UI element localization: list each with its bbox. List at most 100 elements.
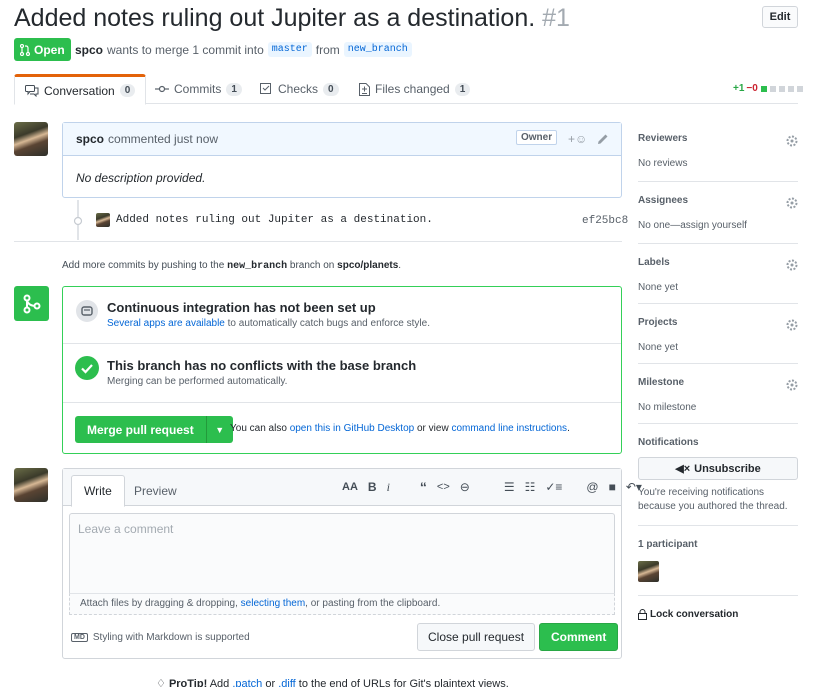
pr-title-text: Added notes ruling out Jupiter as a dest… bbox=[14, 4, 536, 32]
sidebar-divider bbox=[638, 423, 798, 424]
owner-badge: Owner bbox=[516, 130, 558, 145]
italic-icon[interactable]: i bbox=[387, 480, 390, 495]
diff-link[interactable]: .diff bbox=[278, 678, 296, 687]
avatar[interactable] bbox=[14, 468, 48, 502]
diffstat: +1 −0 bbox=[733, 83, 803, 94]
header-text-icon[interactable]: AA bbox=[342, 481, 358, 493]
protip-label: ProTip! bbox=[168, 678, 208, 687]
new-comment-box: Write Preview AA B i “ <> ⊖ ☰ ☷ ✓≡ @ ■ ↶… bbox=[62, 468, 642, 659]
merge-dropdown-button[interactable]: ▼ bbox=[206, 416, 233, 443]
tab-conversation-count: 0 bbox=[119, 84, 136, 97]
mute-icon: ◀× bbox=[675, 463, 691, 475]
sidebar-participants: 1 participant bbox=[638, 539, 798, 550]
lock-icon bbox=[638, 609, 647, 620]
link-icon[interactable]: ⊖ bbox=[460, 480, 470, 494]
gear-icon[interactable] bbox=[786, 259, 798, 271]
sidebar-milestone: Milestone No milestone bbox=[638, 377, 798, 413]
tab-conversation[interactable]: Conversation 0 bbox=[14, 74, 147, 105]
close-pull-request-button[interactable]: Close pull request bbox=[417, 623, 536, 651]
merge-status-icon bbox=[14, 286, 49, 321]
edit-pencil-icon[interactable] bbox=[597, 133, 609, 145]
protip-text2: or bbox=[265, 678, 276, 687]
tab-write[interactable]: Write bbox=[71, 475, 125, 507]
milestone-heading[interactable]: Milestone bbox=[638, 377, 798, 388]
push-hint: Add more commits by pushing to the new_b… bbox=[62, 260, 401, 272]
base-branch[interactable]: master bbox=[267, 42, 312, 57]
protip-text1: Add bbox=[209, 678, 230, 687]
diffstat-block-neutral bbox=[769, 85, 776, 92]
edit-button[interactable]: Edit bbox=[762, 6, 798, 28]
comment-textarea[interactable]: Leave a comment bbox=[69, 513, 615, 593]
markdown-note: MD Styling with Markdown is supported bbox=[71, 632, 250, 643]
sidebar-divider bbox=[638, 525, 798, 526]
file-diff-icon bbox=[359, 82, 370, 96]
sidebar-notifications: Notifications bbox=[638, 437, 798, 448]
task-list-icon[interactable]: ✓≡ bbox=[545, 480, 562, 494]
diffstat-deletions: −0 bbox=[746, 83, 758, 94]
sidebar-divider bbox=[638, 243, 798, 244]
head-branch[interactable]: new_branch bbox=[343, 42, 412, 57]
cli-instructions-link[interactable]: command line instructions bbox=[451, 423, 567, 434]
state-label: Open bbox=[34, 42, 65, 57]
sidebar-labels: Labels None yet bbox=[638, 257, 798, 293]
patch-link[interactable]: .patch bbox=[232, 678, 262, 687]
format-toolbar: AA B i “ <> ⊖ ☰ ☷ ✓≡ @ ■ ↶▾ bbox=[342, 479, 642, 495]
assignees-value[interactable]: No one—assign yourself bbox=[638, 220, 798, 231]
mention-icon[interactable]: @ bbox=[586, 480, 598, 494]
tab-checks[interactable]: Checks 0 bbox=[250, 74, 349, 104]
merge-box: Continuous integration has not been set … bbox=[62, 286, 622, 454]
protip-text3: to the end of URLs for Git's plaintext v… bbox=[298, 678, 509, 687]
notifications-text: You're receiving notifications because y… bbox=[638, 487, 788, 512]
tab-files-changed[interactable]: Files changed 1 bbox=[349, 74, 480, 104]
check-circle-icon bbox=[75, 356, 99, 380]
assignees-heading[interactable]: Assignees bbox=[638, 195, 798, 206]
unsubscribe-button[interactable]: ◀× Unsubscribe bbox=[638, 457, 798, 480]
commit-message[interactable]: Added notes ruling out Jupiter as a dest… bbox=[116, 214, 433, 226]
gear-icon[interactable] bbox=[786, 319, 798, 331]
commit-sha[interactable]: ef25bc8 bbox=[582, 215, 628, 227]
ci-apps-link[interactable]: Several apps are available bbox=[107, 318, 225, 329]
bold-icon[interactable]: B bbox=[368, 480, 377, 494]
unordered-list-icon[interactable]: ☰ bbox=[504, 480, 515, 494]
merge-note-middle: or view bbox=[416, 423, 449, 434]
ci-status-icon bbox=[76, 300, 98, 322]
pr-number: #1 bbox=[542, 4, 570, 32]
markdown-note-text[interactable]: Styling with Markdown is supported bbox=[93, 632, 250, 643]
state-badge: Open bbox=[14, 38, 71, 61]
github-desktop-link[interactable]: open this in GitHub Desktop bbox=[290, 423, 415, 434]
unsubscribe-label: Unsubscribe bbox=[694, 462, 761, 475]
diffstat-block-neutral bbox=[796, 85, 803, 92]
pr-meta-text: wants to merge 1 commit into bbox=[107, 42, 264, 57]
sidebar-divider bbox=[638, 303, 798, 304]
conflict-title: This branch has no conflicts with the ba… bbox=[107, 358, 417, 373]
add-reaction-icon[interactable]: +☺ bbox=[568, 132, 587, 146]
quote-icon[interactable]: “ bbox=[420, 479, 427, 495]
bookmark-icon[interactable]: ■ bbox=[609, 480, 616, 494]
avatar[interactable] bbox=[14, 122, 48, 156]
projects-heading[interactable]: Projects bbox=[638, 317, 798, 328]
attach-files-bar[interactable]: Attach files by dragging & dropping, sel… bbox=[69, 593, 615, 615]
gear-icon[interactable] bbox=[786, 197, 798, 209]
gear-icon[interactable] bbox=[786, 379, 798, 391]
gear-icon[interactable] bbox=[786, 135, 798, 147]
avatar[interactable] bbox=[638, 561, 659, 582]
tab-commits[interactable]: Commits 1 bbox=[145, 74, 252, 104]
merge-note-prefix: You can also bbox=[230, 423, 287, 434]
reviewers-heading[interactable]: Reviewers bbox=[638, 133, 798, 144]
reviewers-value: No reviews bbox=[638, 158, 688, 169]
diffstat-block-neutral bbox=[787, 85, 794, 92]
conflict-subtitle: Merging can be performed automatically. bbox=[107, 376, 288, 387]
lock-conversation[interactable]: Lock conversation bbox=[638, 609, 798, 620]
select-files-link[interactable]: selecting them bbox=[241, 598, 305, 609]
merge-button[interactable]: Merge pull request bbox=[75, 416, 207, 443]
git-merge-icon bbox=[23, 294, 40, 313]
code-icon[interactable]: <> bbox=[437, 481, 450, 493]
comment-button[interactable]: Comment bbox=[539, 623, 619, 651]
avatar[interactable] bbox=[96, 213, 110, 227]
pr-author-link[interactable]: spco bbox=[75, 43, 103, 57]
tab-preview[interactable]: Preview bbox=[122, 475, 189, 507]
labels-heading[interactable]: Labels bbox=[638, 257, 798, 268]
pr-title: Added notes ruling out Jupiter as a dest… bbox=[14, 4, 570, 33]
ordered-list-icon[interactable]: ☷ bbox=[525, 480, 536, 494]
comment-author[interactable]: spco bbox=[76, 132, 104, 146]
